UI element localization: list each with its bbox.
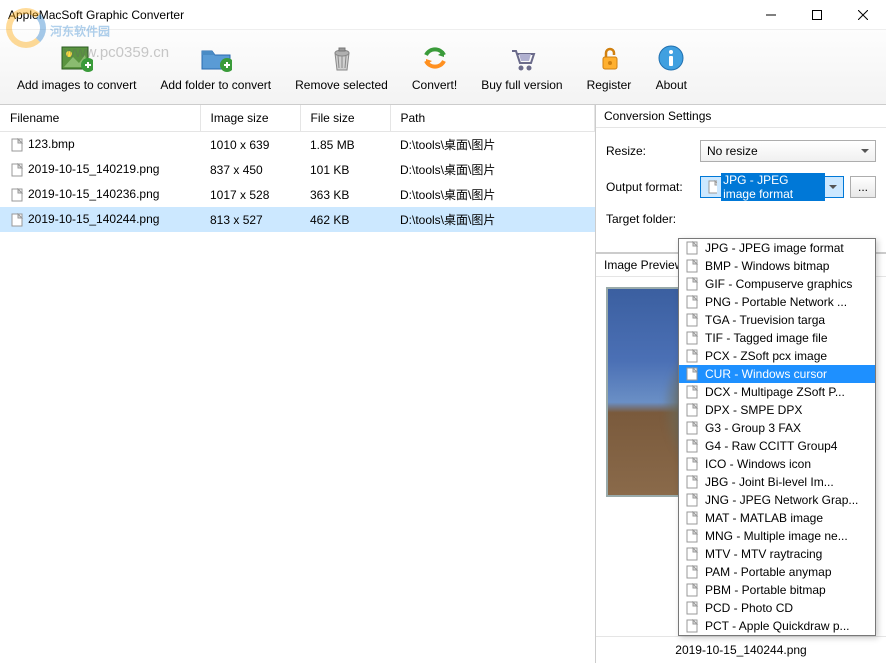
dropdown-item[interactable]: ICO - Windows icon <box>679 455 875 473</box>
buy-label: Buy full version <box>481 78 562 92</box>
add-folder-icon <box>200 42 232 74</box>
output-format-dropdown[interactable]: JPG - JPEG image formatBMP - Windows bit… <box>678 238 876 636</box>
add-images-label: Add images to convert <box>17 78 136 92</box>
window-title: AppleMacSoft Graphic Converter <box>8 8 748 22</box>
table-row[interactable]: 2019-10-15_140236.png1017 x 528363 KBD:\… <box>0 182 595 207</box>
convert-button[interactable]: Convert! <box>403 34 466 100</box>
file-table[interactable]: Filename Image size File size Path 123.b… <box>0 105 595 232</box>
col-file-size[interactable]: File size <box>300 105 390 132</box>
file-list-panel: Filename Image size File size Path 123.b… <box>0 105 596 663</box>
maximize-button[interactable] <box>794 0 840 30</box>
close-button[interactable] <box>840 0 886 30</box>
main-toolbar: Add images to convert Add folder to conv… <box>0 30 886 105</box>
dropdown-item[interactable]: TIF - Tagged image file <box>679 329 875 347</box>
table-row[interactable]: 2019-10-15_140219.png837 x 450101 KBD:\t… <box>0 157 595 182</box>
window-titlebar: AppleMacSoft Graphic Converter <box>0 0 886 30</box>
resize-select[interactable]: No resize <box>700 140 876 162</box>
dropdown-item[interactable]: JBG - Joint Bi-level Im... <box>679 473 875 491</box>
convert-label: Convert! <box>412 78 457 92</box>
target-folder-label: Target folder: <box>606 212 694 226</box>
about-button[interactable]: About <box>646 34 696 100</box>
dropdown-item[interactable]: MNG - Multiple image ne... <box>679 527 875 545</box>
dropdown-item[interactable]: JNG - JPEG Network Grap... <box>679 491 875 509</box>
output-format-options-button[interactable]: ... <box>850 176 876 198</box>
preview-caption: 2019-10-15_140244.png <box>596 636 886 663</box>
trash-icon <box>326 42 358 74</box>
dropdown-item[interactable]: PCX - ZSoft pcx image <box>679 347 875 365</box>
dropdown-item[interactable]: MTV - MTV raytracing <box>679 545 875 563</box>
add-folder-label: Add folder to convert <box>160 78 271 92</box>
dropdown-item[interactable]: PBM - Portable bitmap <box>679 581 875 599</box>
dropdown-item[interactable]: PCT - Apple Quickdraw p... <box>679 617 875 635</box>
dropdown-item[interactable]: JPG - JPEG image format <box>679 239 875 257</box>
dropdown-item[interactable]: TGA - Truevision targa <box>679 311 875 329</box>
settings-title: Conversion Settings <box>596 105 886 128</box>
col-filename[interactable]: Filename <box>0 105 200 132</box>
add-images-button[interactable]: Add images to convert <box>8 34 145 100</box>
dropdown-item[interactable]: G3 - Group 3 FAX <box>679 419 875 437</box>
dropdown-item[interactable]: PNG - Portable Network ... <box>679 293 875 311</box>
info-icon <box>655 42 687 74</box>
convert-icon <box>419 42 451 74</box>
dropdown-item[interactable]: PCD - Photo CD <box>679 599 875 617</box>
register-button[interactable]: Register <box>578 34 641 100</box>
output-format-select[interactable]: JPG - JPEG image format <box>700 176 844 198</box>
output-format-label: Output format: <box>606 180 694 194</box>
table-row[interactable]: 123.bmp1010 x 6391.85 MBD:\tools\桌面\图片 <box>0 132 595 158</box>
dropdown-item[interactable]: GIF - Compuserve graphics <box>679 275 875 293</box>
col-path[interactable]: Path <box>390 105 595 132</box>
buy-button[interactable]: Buy full version <box>472 34 571 100</box>
table-row[interactable]: 2019-10-15_140244.png813 x 527462 KBD:\t… <box>0 207 595 232</box>
lock-icon <box>593 42 625 74</box>
col-image-size[interactable]: Image size <box>200 105 300 132</box>
cart-icon <box>506 42 538 74</box>
remove-selected-label: Remove selected <box>295 78 388 92</box>
resize-label: Resize: <box>606 144 694 158</box>
dropdown-item[interactable]: G4 - Raw CCITT Group4 <box>679 437 875 455</box>
add-folder-button[interactable]: Add folder to convert <box>151 34 280 100</box>
remove-selected-button[interactable]: Remove selected <box>286 34 397 100</box>
dropdown-item[interactable]: BMP - Windows bitmap <box>679 257 875 275</box>
dropdown-item[interactable]: DCX - Multipage ZSoft P... <box>679 383 875 401</box>
dropdown-item[interactable]: CUR - Windows cursor <box>679 365 875 383</box>
dropdown-item[interactable]: DPX - SMPE DPX <box>679 401 875 419</box>
about-label: About <box>656 78 687 92</box>
dropdown-item[interactable]: MAT - MATLAB image <box>679 509 875 527</box>
register-label: Register <box>587 78 632 92</box>
minimize-button[interactable] <box>748 0 794 30</box>
conversion-settings-panel: Conversion Settings Resize: No resize Ou… <box>596 105 886 253</box>
dropdown-item[interactable]: PAM - Portable anymap <box>679 563 875 581</box>
add-images-icon <box>61 42 93 74</box>
